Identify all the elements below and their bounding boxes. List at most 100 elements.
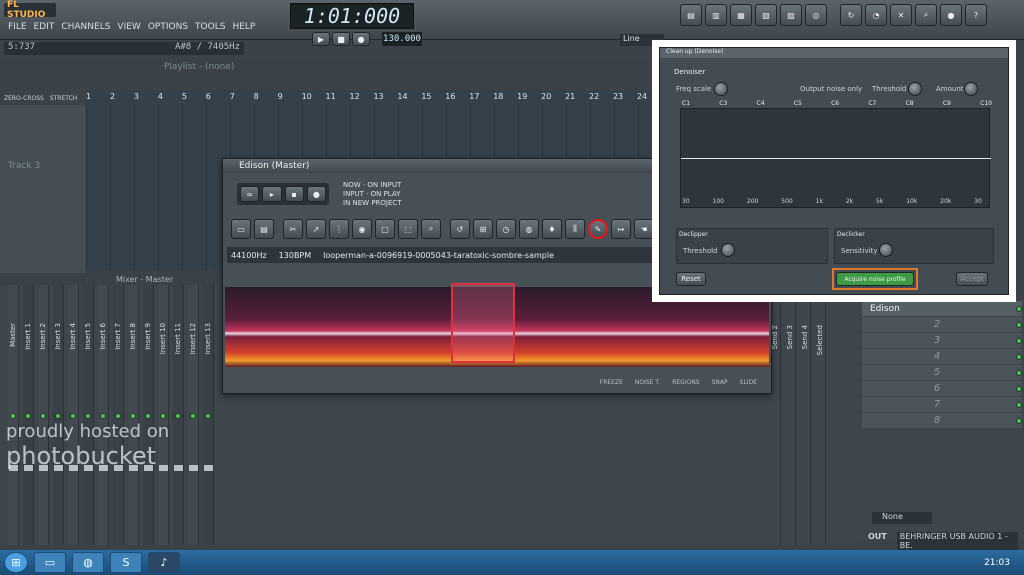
playlist-icon[interactable]: ▤ (680, 4, 702, 26)
region-icon[interactable]: ⬚ (398, 219, 418, 239)
status-led[interactable] (1016, 337, 1022, 344)
tools-wand-icon[interactable]: ✎ (588, 219, 608, 239)
selection-region[interactable] (451, 283, 515, 363)
edison-play-button[interactable]: ▸ (262, 186, 282, 202)
mixer-strip[interactable]: Insert 10 (158, 285, 169, 545)
strip-led[interactable] (85, 413, 91, 419)
mixer-icon[interactable]: ▧ (755, 4, 777, 26)
mixer-strip[interactable]: Insert 9 (143, 285, 154, 545)
menu-edit[interactable]: EDIT (34, 22, 55, 32)
eq-icon[interactable]: ⫼ (565, 219, 585, 239)
mixer-strip[interactable]: Insert 3 (53, 285, 64, 545)
mixer-strip[interactable]: Insert 13 (203, 285, 214, 545)
cut-icon[interactable]: ✂ (283, 219, 303, 239)
declipper-threshold-knob[interactable] (721, 243, 735, 257)
record-icon[interactable]: ● (940, 4, 962, 26)
send-strip[interactable]: Send 3 (785, 285, 796, 545)
plugin-icon[interactable]: ◎ (805, 4, 827, 26)
send-icon[interactable]: ↦ (611, 219, 631, 239)
status-led[interactable] (1016, 417, 1022, 424)
mixer-strip[interactable]: Insert 7 (113, 285, 124, 545)
reset-button[interactable]: Reset (676, 272, 706, 286)
snap-toggle[interactable]: SNAP (712, 379, 728, 391)
stop-button[interactable]: ■ (332, 32, 350, 46)
noise-profile-spectrum[interactable] (680, 108, 991, 208)
timing-icon[interactable]: ◷ (496, 219, 516, 239)
tempo-display[interactable]: 130.000 (382, 32, 422, 46)
mixer-strip[interactable]: Insert 8 (128, 285, 139, 545)
stretch-toggle[interactable]: STRETCH (50, 95, 77, 102)
strip-led[interactable] (160, 413, 166, 419)
strip-led[interactable] (100, 413, 106, 419)
status-led[interactable] (1016, 321, 1022, 328)
mixer-strip[interactable]: Insert 11 (173, 285, 184, 545)
flstudio-icon[interactable]: ♪ (148, 552, 180, 573)
drag-icon[interactable]: ☚ (634, 219, 654, 239)
markers-icon[interactable]: ⋮ (329, 219, 349, 239)
refresh-icon[interactable]: ↻ (840, 4, 862, 26)
tuning-icon[interactable]: ◍ (519, 219, 539, 239)
channel-slot[interactable]: 5 (862, 365, 1022, 380)
mixer-strip[interactable]: Insert 12 (188, 285, 199, 545)
channel-rack-icon[interactable]: ▦ (730, 4, 752, 26)
browser-icon[interactable]: ▨ (780, 4, 802, 26)
new-icon[interactable]: ▭ (231, 219, 251, 239)
piano-roll-icon[interactable]: ▥ (705, 4, 727, 26)
zero-cross-toggle[interactable]: ZERO-CROSS (4, 95, 44, 102)
status-led[interactable] (1016, 401, 1022, 408)
mixer-strip[interactable]: Insert 1 (23, 285, 34, 545)
record-on-input-option[interactable]: ON INPUT (367, 181, 401, 189)
normalize-icon[interactable]: ⊞ (473, 219, 493, 239)
channel-slot[interactable]: 7 (862, 397, 1022, 412)
fader-handle[interactable] (174, 465, 183, 471)
strip-led[interactable] (55, 413, 61, 419)
slide-toggle[interactable]: SLIDE (740, 379, 757, 391)
strip-led[interactable] (25, 413, 31, 419)
cpu-icon[interactable]: ◔ (865, 4, 887, 26)
channel-slot[interactable]: 6 (862, 381, 1022, 396)
amount-knob[interactable] (964, 82, 978, 96)
record-new-project-option[interactable]: IN NEW PROJECT (343, 199, 402, 207)
start-button[interactable]: ⊞ (4, 552, 28, 573)
record-now-option[interactable]: NOW (343, 181, 361, 189)
channel-slot[interactable]: 4 (862, 349, 1022, 364)
noise-threshold-toggle[interactable]: NOISE T. (635, 379, 660, 391)
threshold-line[interactable] (681, 158, 991, 159)
skype-icon[interactable]: S (110, 552, 142, 573)
status-led[interactable] (1016, 305, 1022, 312)
mixer-strip[interactable]: Insert 4 (68, 285, 79, 545)
accept-button[interactable]: Accept (956, 272, 988, 286)
strip-led[interactable] (190, 413, 196, 419)
loop-button[interactable]: ∞ (240, 186, 260, 202)
sensitivity-knob[interactable] (879, 243, 893, 257)
zoom-icon[interactable]: ⌕ (421, 219, 441, 239)
strip-led[interactable] (10, 413, 16, 419)
undo-icon[interactable]: ↺ (450, 219, 470, 239)
mixer-strip[interactable]: Master (8, 285, 19, 545)
menu-help[interactable]: HELP (232, 22, 255, 32)
strip-led[interactable] (175, 413, 181, 419)
drop-icon[interactable]: ♦ (542, 219, 562, 239)
strip-led[interactable] (205, 413, 211, 419)
strip-led[interactable] (145, 413, 151, 419)
edison-stop-button[interactable]: ▪ (284, 186, 304, 202)
playlist-track[interactable]: Track 3 (0, 105, 86, 275)
edison-record-button[interactable]: ● (306, 186, 326, 202)
menu-tools[interactable]: TOOLS (195, 22, 225, 32)
output-device[interactable]: BEHRINGER USB AUDIO 1 - BE. (896, 532, 1018, 550)
status-led[interactable] (1016, 369, 1022, 376)
status-led[interactable] (1016, 385, 1022, 392)
threshold-knob[interactable] (908, 82, 922, 96)
mixer-strip[interactable]: Insert 6 (98, 285, 109, 545)
strip-led[interactable] (115, 413, 121, 419)
fader-handle[interactable] (189, 465, 198, 471)
regions-toggle[interactable]: REGIONS (672, 379, 699, 391)
send-strip[interactable]: Selected (815, 285, 826, 545)
play-button[interactable]: ▶ (312, 32, 330, 46)
channel-slot[interactable]: 8 (862, 413, 1022, 428)
record-button[interactable]: ● (352, 32, 370, 46)
record-input-option[interactable]: INPUT (343, 190, 364, 198)
menu-options[interactable]: OPTIONS (148, 22, 188, 32)
mixer-strip[interactable]: Insert 2 (38, 285, 49, 545)
channel-slot[interactable]: 3 (862, 333, 1022, 348)
